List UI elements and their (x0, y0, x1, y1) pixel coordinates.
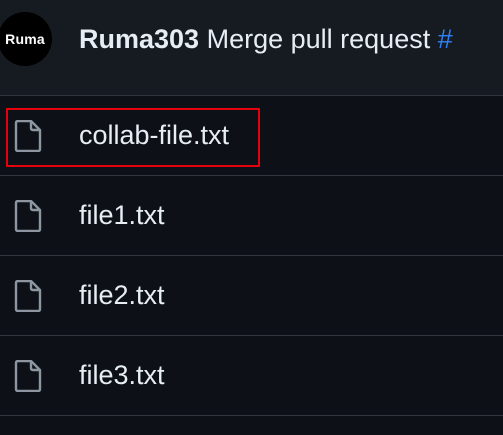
commit-message-link[interactable]: Merge pull request (207, 24, 431, 54)
file-name-link[interactable]: file3.txt (79, 358, 165, 392)
file-name-link[interactable]: collab-file.txt (79, 118, 229, 152)
file-row[interactable]: file3.txt (0, 336, 503, 416)
file-icon (14, 360, 42, 392)
pull-request-link[interactable]: # (438, 24, 453, 54)
commit-author-link[interactable]: Ruma303 (79, 24, 199, 54)
file-icon (14, 200, 42, 232)
file-row[interactable]: file1.txt (0, 176, 503, 256)
commit-summary: Ruma303 Merge pull request # (79, 22, 453, 56)
file-icon (14, 280, 42, 312)
latest-commit-bar: Ruma Ruma303 Merge pull request # (0, 0, 503, 96)
file-icon (14, 120, 42, 152)
file-browser: Ruma Ruma303 Merge pull request # collab… (0, 0, 503, 435)
file-name-link[interactable]: file1.txt (79, 198, 165, 232)
file-row[interactable]: collab-file.txt (0, 96, 503, 176)
file-name-link[interactable]: file2.txt (79, 278, 165, 312)
avatar-label: Ruma (5, 31, 45, 47)
avatar[interactable]: Ruma (0, 12, 52, 66)
file-row[interactable]: file2.txt (0, 256, 503, 336)
